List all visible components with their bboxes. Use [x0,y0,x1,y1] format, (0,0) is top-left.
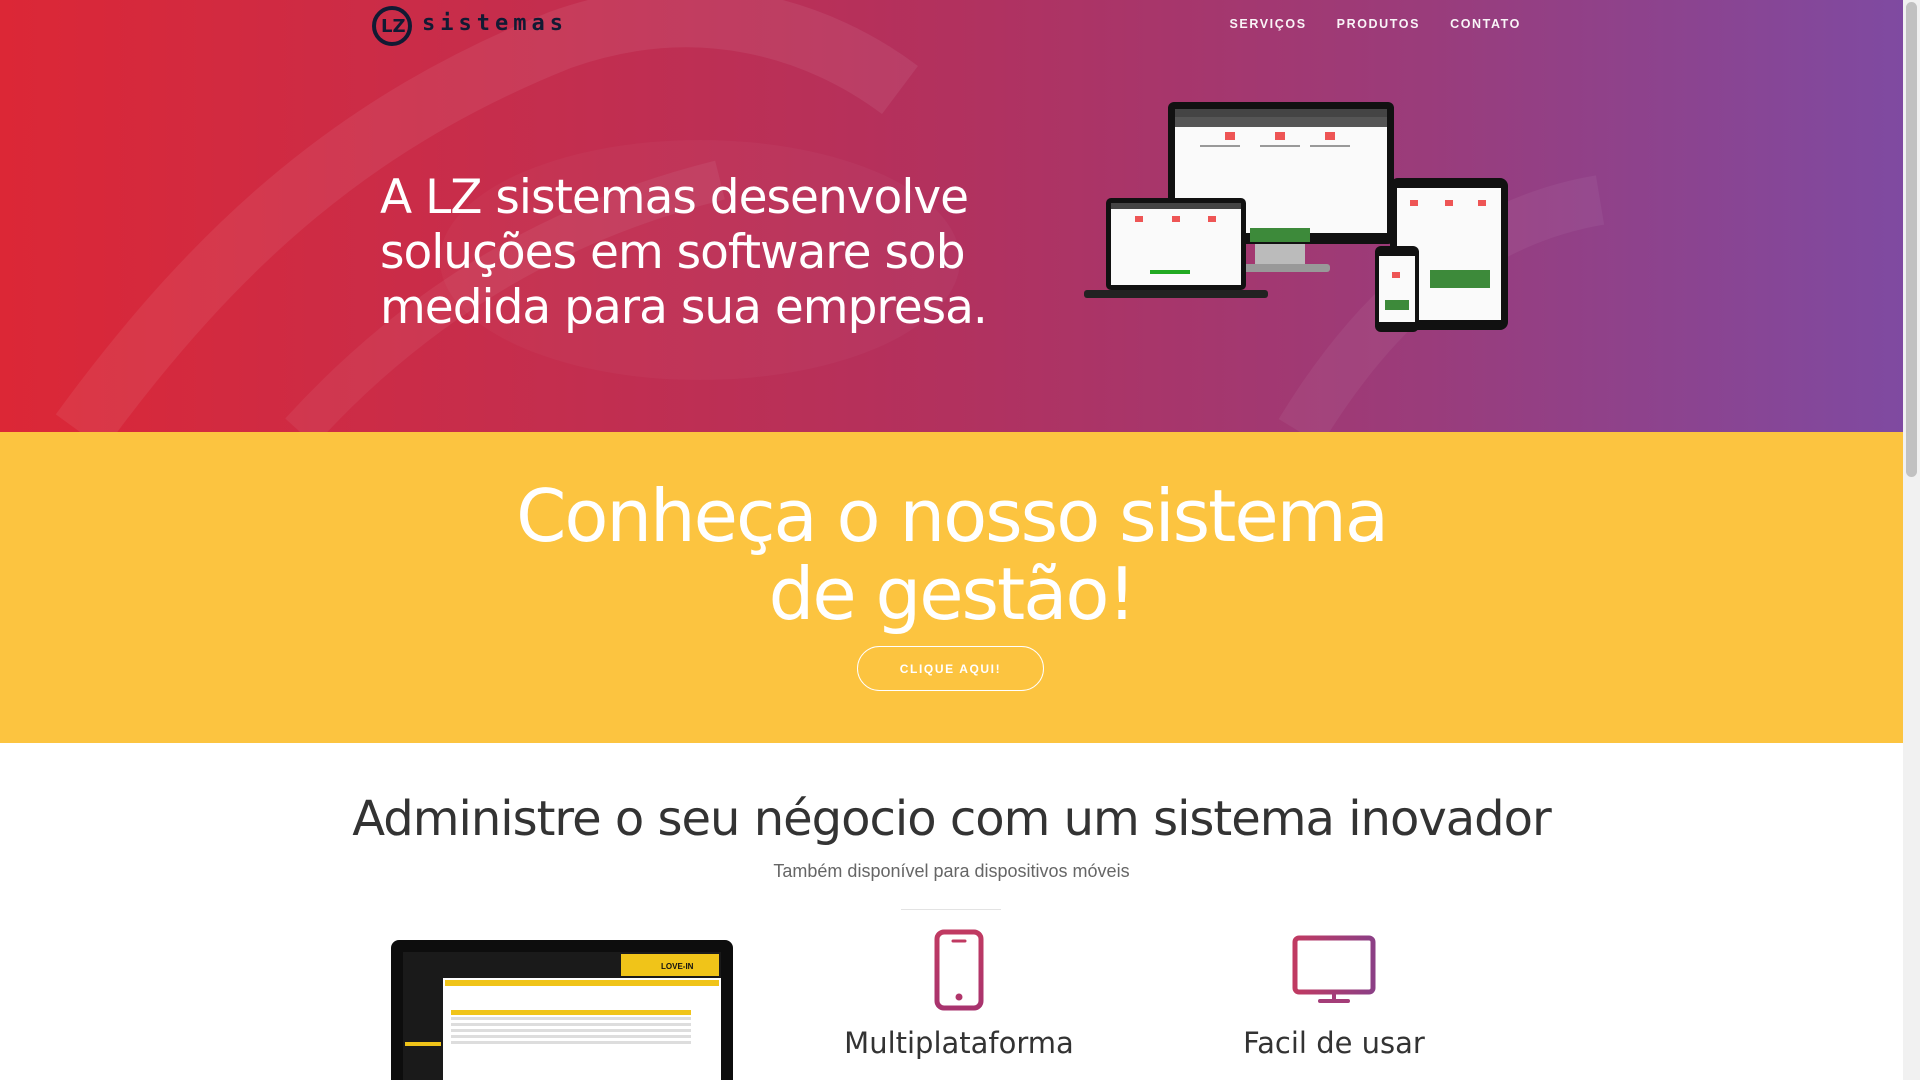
scrollbar-thumb[interactable] [1906,2,1917,477]
feature-facil-de-usar: Facil de usar [1184,929,1484,1060]
main-nav: SERVIÇOS PRODUTOS CONTATO [1229,17,1521,31]
features-section: Administre o seu négocio com um sistema … [0,743,1903,1080]
lz-logo-icon: LZ [372,6,412,46]
system-preview-image: LOVE-IN [391,940,733,1080]
features-heading: Administre o seu négocio com um sistema … [352,791,1551,847]
cta-heading-line-2: de gestão! [768,552,1137,636]
logo-text: sistemas [422,10,568,36]
system-screenshot: LOVE-IN [403,952,721,1080]
feature-title-multiplataforma: Multiplataforma [844,1026,1074,1060]
clique-aqui-button[interactable]: CLIQUE AQUI! [857,646,1044,691]
devices-mockup-image [1084,102,1508,332]
features-subheading: Também disponível para dispositivos móve… [773,861,1130,881]
nav-produtos[interactable]: PRODUTOS [1337,17,1420,31]
logo[interactable]: LZ sistemas [372,4,568,46]
nav-contato[interactable]: CONTATO [1450,17,1521,31]
page: LZ sistemas SERVIÇOS PRODUTOS CONTATO A … [0,0,1903,1080]
divider [901,909,1001,910]
cta-heading: Conheça o nosso sistema de gestão! [0,477,1903,633]
hero-heading: A LZ sistemas desenvolve soluções em sof… [380,170,988,335]
hero-section: LZ sistemas SERVIÇOS PRODUTOS CONTATO A … [0,0,1903,432]
smartphone-icon [934,929,984,1011]
svg-text:LZ: LZ [381,16,406,37]
page-scrollbar[interactable] [1903,0,1920,1080]
svg-text:LOVE-IN: LOVE-IN [661,962,694,971]
feature-title-facil-de-usar: Facil de usar [1243,1026,1425,1060]
nav-servicos[interactable]: SERVIÇOS [1229,17,1306,31]
monitor-icon [1292,935,1376,1003]
cta-section: Conheça o nosso sistema de gestão! CLIQU… [0,432,1903,743]
feature-multiplataforma: Multiplataforma [809,929,1109,1060]
navbar: LZ sistemas SERVIÇOS PRODUTOS CONTATO [0,0,1903,50]
cta-heading-line-1: Conheça o nosso sistema [516,474,1389,558]
